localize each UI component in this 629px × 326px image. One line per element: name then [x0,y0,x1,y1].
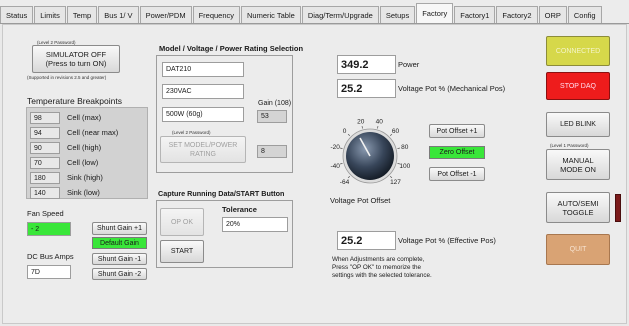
simulator-toggle-button[interactable]: SIMULATOR OFF (Press to turn ON) [32,45,120,73]
fan-speed-field[interactable]: - 2 [27,222,71,236]
tab-frequency[interactable]: Frequency [192,6,241,23]
voltage-pot-eff-label: Voltage Pot % (Effective Pos) [398,236,496,245]
manual-mode-button[interactable]: MANUAL MODE ON [546,149,610,180]
knob-tick-mark [397,147,400,149]
zero-offset-indicator[interactable]: Zero Offset [429,146,485,159]
knob-tick-mark [361,126,363,129]
temp-breakpoint-label: Cell (low) [67,158,99,167]
manual-level-note: (Level 1 Password) [550,143,589,148]
knob-tick-label: 20 [357,119,365,126]
temp-breakpoint-label: Cell (max) [67,113,102,122]
tab-temp[interactable]: Temp [66,6,98,23]
knob-tick-label: 100 [399,163,410,170]
knob-tick-label: 80 [401,144,409,151]
led-blink-button[interactable]: LED BLINK [546,112,610,137]
knob-tick-mark [347,175,351,179]
tab-bar: Status Limits Temp Bus 1/ V Power/PDM Frequen… [0,0,629,24]
pot-offset-minus1-button[interactable]: Pot Offset -1 [429,167,485,181]
simulator-support-note: (Supported in revisions 2.5 and greater) [27,75,107,80]
knob-tick-mark [377,126,379,129]
knob-tick-label: -40 [330,163,340,170]
knob-tick-label: 60 [392,128,400,135]
temp-breakpoint-label: Sink (low) [67,188,100,197]
auto-semi-toggle-button[interactable]: AUTO/SEMI TOGGLE [546,192,610,223]
tab-factory1[interactable]: Factory1 [454,6,496,23]
knob-tick-mark [340,163,343,165]
voltage-pot-knob[interactable]: -64 -40 -20 0 20 40 60 80 100 127 [325,108,425,198]
knob-tick-mark [340,147,343,149]
start-button[interactable]: START [160,240,204,263]
voltage-pot-offset-label: Voltage Pot Offset [330,196,391,205]
temp-breakpoint-field[interactable]: 90 [30,142,60,154]
shunt-gain-plus1-button[interactable]: Shunt Gain +1 [92,222,147,235]
tab-factory[interactable]: Factory [416,3,454,23]
temp-breakpoint-label: Sink (high) [67,173,103,182]
temp-breakpoint-field[interactable]: 140 [30,187,60,199]
tab-numeric-table[interactable]: Numeric Table [241,6,301,23]
pot-offset-plus1-button[interactable]: Pot Offset +1 [429,124,485,138]
power-rating-field[interactable]: 500W (60g) [162,107,244,122]
connected-indicator: CONNECTED [546,36,610,66]
temp-breakpoint-field[interactable]: 94 [30,127,60,139]
voltage-pot-mech-label: Voltage Pot % (Mechanical Pos) [398,84,506,93]
tab-diag-term-upgrade[interactable]: Diag/Term/Upgrade [301,6,379,23]
tab-factory2[interactable]: Factory2 [496,6,538,23]
tab-limits[interactable]: Limits [34,6,66,23]
model-level-note: (Level 2 Password) [172,130,211,135]
tab-orp[interactable]: ORP [538,6,567,23]
gain-label: Gain (108) [258,100,292,107]
adjustment-note: When Adjustments are complete, Press "OP… [332,256,432,279]
knob-tick-mark [347,133,351,137]
temp-breakpoint-field[interactable]: 180 [30,172,60,184]
voltage-field[interactable]: 230VAC [162,84,244,99]
model-section-title: Model / Voltage / Power Rating Selection [159,44,304,53]
stop-daq-button[interactable]: STOP DAQ [546,72,610,100]
voltage-pot-eff-readout: 25.2 [337,231,396,250]
auto-semi-indicator [615,194,621,222]
power-readout: 349.2 [337,55,396,74]
voltage-pot-mech-readout: 25.2 [337,79,396,98]
knob-tick-label: 127 [390,179,401,186]
tab-power-pdm[interactable]: Power/PDM [139,6,192,23]
set-model-power-button[interactable]: SET MODEL/POWER RATING [160,136,246,163]
knob-tick-label: -20 [330,144,340,151]
fan-speed-label: Fan Speed [27,209,64,218]
knob-tick-mark [389,175,393,179]
shunt-gain-minus1-button[interactable]: Shunt Gain -1 [92,253,147,265]
temp-breakpoint-label: Cell (high) [67,143,102,152]
temp-breakpoint-field[interactable]: 70 [30,157,60,169]
gain-value-field[interactable]: 53 [257,110,287,123]
power-label: Power [398,60,420,69]
knob-tick-label: 0 [343,128,347,135]
tab-bus-1-v[interactable]: Bus 1/ V [98,6,139,23]
tolerance-field[interactable]: 20% [222,217,288,232]
op-ok-button[interactable]: OP OK [160,208,204,236]
default-gain-indicator[interactable]: Default Gain [92,237,147,249]
dc-bus-amps-label: DC Bus Amps [27,252,74,261]
knob-tick-label: 40 [376,119,384,126]
temp-breakpoint-field[interactable]: 98 [30,112,60,124]
set-model-value-field[interactable]: 8 [257,145,287,158]
capture-section-title: Capture Running Data/START Button [158,189,285,198]
tolerance-label: Tolerance [222,205,257,214]
dc-bus-amps-field[interactable]: 7D [27,265,71,279]
model-field[interactable]: DAT210 [162,62,244,77]
knob-tick-label: -64 [340,179,350,186]
temp-breakpoints-title: Temperature Breakpoints [27,96,122,106]
quit-button[interactable]: QUIT [546,234,610,265]
tab-config[interactable]: Config [567,6,602,23]
shunt-gain-minus2-button[interactable]: Shunt Gain -2 [92,268,147,280]
tab-setups[interactable]: Setups [379,6,416,23]
temp-breakpoints-group: 98 Cell (max) 94 Cell (near max) 90 Cell (hig… [26,107,148,199]
temp-breakpoint-label: Cell (near max) [67,128,119,137]
tab-status[interactable]: Status [0,6,34,23]
